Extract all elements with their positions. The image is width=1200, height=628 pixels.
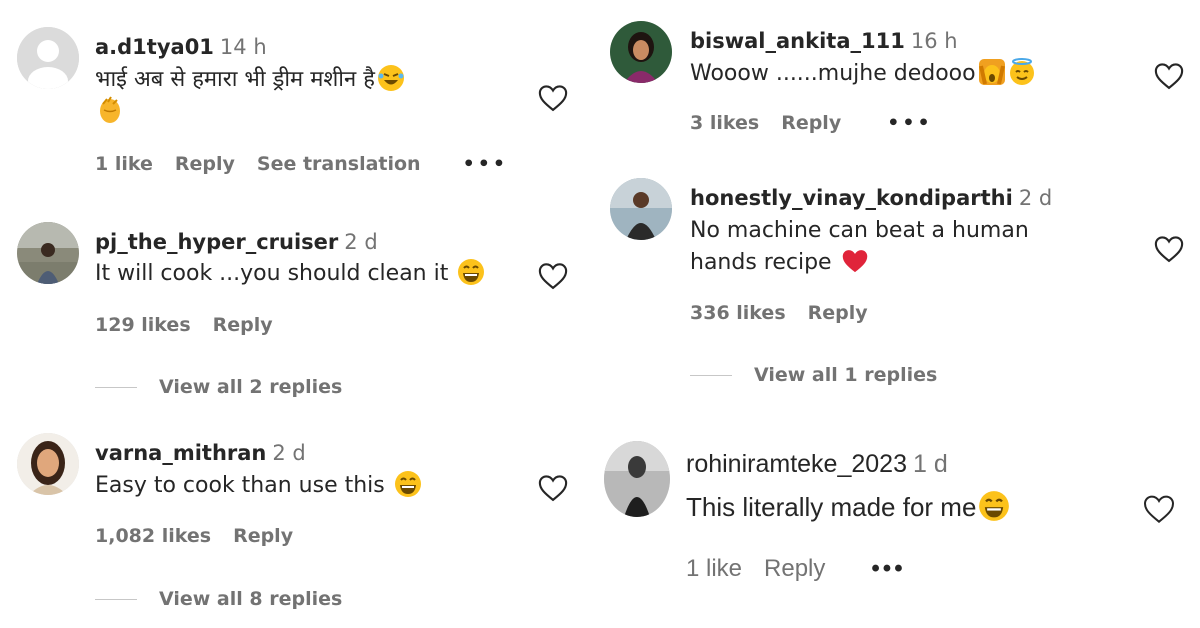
comment-text: No machine can beat a human hands recipe	[690, 215, 1029, 279]
comment-text: It will cook ...you should clean it	[95, 258, 485, 290]
replies-divider	[690, 375, 732, 376]
avatar[interactable]	[610, 21, 672, 83]
replies-divider	[95, 599, 137, 600]
comment-text: Easy to cook than use this	[95, 470, 422, 502]
comment-meta: 1 like Reply See translation •••	[95, 153, 530, 175]
like-count[interactable]: 1,082 likes	[95, 525, 211, 547]
timestamp: 2 d	[1018, 186, 1053, 210]
laugh-emoji	[457, 258, 485, 286]
reply-button[interactable]: Reply	[213, 314, 273, 336]
view-replies-label[interactable]: View all 8 replies	[159, 588, 342, 610]
comment-text: Wooow ......mujhe dedooo	[690, 58, 1036, 90]
comment-body: It will cook ...you should clean it	[95, 261, 449, 286]
comment-meta: 1,082 likes Reply	[95, 525, 315, 547]
replies-divider	[95, 387, 137, 388]
timestamp: 2 d	[344, 230, 378, 254]
like-count[interactable]: 336 likes	[690, 302, 786, 324]
like-heart-icon[interactable]	[1154, 62, 1184, 90]
comment-meta: 1 like Reply •••	[686, 555, 928, 583]
comment-header: biswal_ankita_111 16 h	[690, 28, 958, 54]
more-options-icon[interactable]: •••	[463, 153, 508, 175]
more-options-icon[interactable]: •••	[887, 112, 932, 134]
reply-button[interactable]: Reply	[175, 153, 235, 175]
like-heart-icon[interactable]	[538, 474, 568, 502]
avatar[interactable]	[610, 178, 672, 240]
reply-button[interactable]: Reply	[764, 555, 825, 582]
avatar[interactable]	[604, 441, 670, 517]
comment-meta: 129 likes Reply	[95, 314, 295, 336]
username[interactable]: biswal_ankita_111	[690, 29, 905, 53]
laugh-emoji	[978, 490, 1010, 522]
avatar[interactable]	[17, 27, 79, 89]
reply-button[interactable]: Reply	[808, 302, 868, 324]
comment-header: rohiniramteke_2023 1 d	[686, 449, 948, 479]
timestamp: 2 d	[272, 441, 306, 465]
like-count[interactable]: 1 like	[686, 555, 742, 582]
comment-meta: 336 likes Reply	[690, 302, 890, 324]
avatar[interactable]	[17, 433, 79, 495]
comment-body: This literally made for me	[686, 492, 977, 522]
like-heart-icon[interactable]	[538, 262, 568, 290]
comment-body-line-1: No machine can beat a human	[690, 218, 1029, 243]
clap-emoji	[95, 96, 123, 124]
laugh-emoji	[394, 470, 422, 498]
username[interactable]: pj_the_hyper_cruiser	[95, 230, 338, 254]
view-replies-label[interactable]: View all 1 replies	[754, 364, 937, 386]
comment-header: honestly_vinay_kondiparthi 2 d	[690, 185, 1052, 211]
wow-hands-emoji	[978, 58, 1006, 86]
comment-body: Easy to cook than use this	[95, 473, 385, 498]
reply-button[interactable]: Reply	[781, 112, 841, 134]
like-heart-icon[interactable]	[538, 84, 568, 112]
comment-meta: 3 likes Reply •••	[690, 112, 955, 134]
like-count[interactable]: 1 like	[95, 153, 153, 175]
more-options-icon[interactable]: •••	[871, 555, 905, 582]
view-replies-button[interactable]: View all 2 replies	[95, 376, 342, 398]
comment-header: varna_mithran 2 d	[95, 440, 306, 466]
comment-body: भाई अब से हमारा भी ड्रीम मशीन है	[95, 67, 375, 92]
avatar[interactable]	[17, 222, 79, 284]
like-heart-icon[interactable]	[1143, 494, 1175, 524]
rofl-emoji	[377, 64, 405, 92]
comment-body: Wooow ......mujhe dedooo	[690, 61, 976, 86]
like-count[interactable]: 129 likes	[95, 314, 191, 336]
see-translation-button[interactable]: See translation	[257, 153, 421, 175]
username[interactable]: honestly_vinay_kondiparthi	[690, 186, 1013, 210]
username[interactable]: rohiniramteke_2023	[686, 450, 907, 478]
halo-emoji	[1008, 58, 1036, 86]
red-heart-emoji	[841, 247, 869, 275]
timestamp: 16 h	[910, 29, 958, 53]
like-count[interactable]: 3 likes	[690, 112, 759, 134]
reply-button[interactable]: Reply	[233, 525, 293, 547]
comment-body-line-2: hands recipe	[690, 250, 832, 275]
view-replies-button[interactable]: View all 1 replies	[690, 364, 937, 386]
username[interactable]: varna_mithran	[95, 441, 266, 465]
comment-text: This literally made for me	[686, 490, 1010, 523]
username[interactable]: a.d1tya01	[95, 35, 214, 59]
timestamp: 1 d	[912, 450, 948, 478]
view-replies-label[interactable]: View all 2 replies	[159, 376, 342, 398]
timestamp: 14 h	[219, 35, 267, 59]
comment-text: भाई अब से हमारा भी ड्रीम मशीन है	[95, 64, 515, 128]
comment-header: a.d1tya01 14 h	[95, 34, 267, 60]
like-heart-icon[interactable]	[1154, 235, 1184, 263]
view-replies-button[interactable]: View all 8 replies	[95, 588, 342, 610]
comment-header: pj_the_hyper_cruiser 2 d	[95, 229, 378, 255]
